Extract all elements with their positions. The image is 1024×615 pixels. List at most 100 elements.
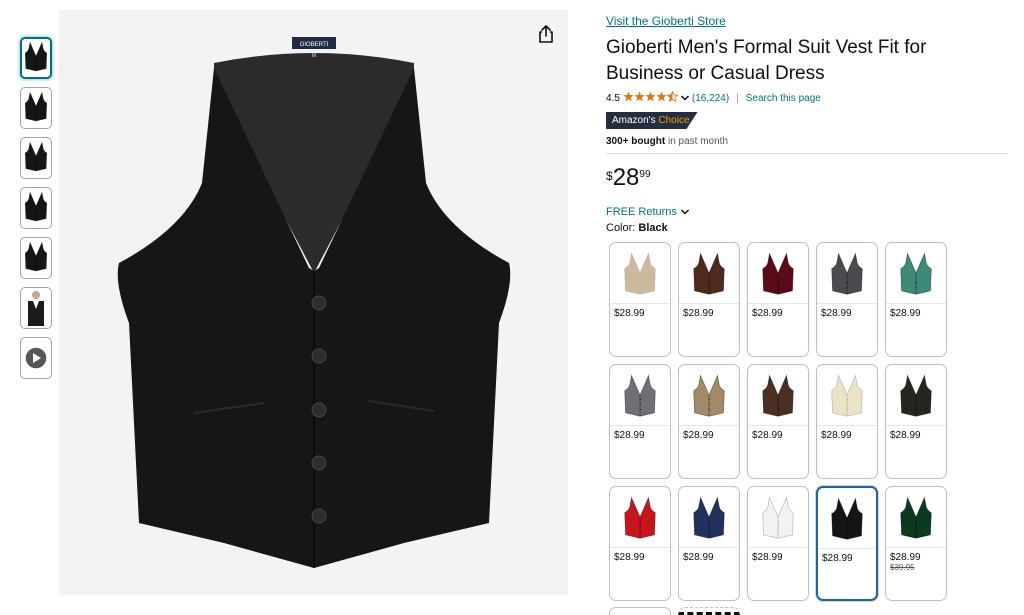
svg-text:GIOBERTI: GIOBERTI <box>299 42 328 48</box>
search-page-link[interactable]: Search this page <box>746 93 821 104</box>
swatch-vest-image <box>610 243 670 304</box>
swatch-price: $28.99 <box>752 430 783 441</box>
swatch-vest-image <box>886 365 946 426</box>
swatch-price: $28.99 <box>821 308 852 319</box>
divider <box>606 153 1008 154</box>
swatch-vest-image <box>818 488 876 549</box>
main-product-image[interactable]: GIOBERTI M <box>59 10 568 595</box>
badge-text: Amazon's <box>612 115 656 126</box>
swatch-vest-image <box>610 487 670 548</box>
swatch-price: $28.99 <box>683 552 714 563</box>
svg-text:M: M <box>311 53 315 59</box>
thumbnail-image <box>24 90 48 127</box>
swatch-price: $28.99 <box>752 552 783 563</box>
color-swatch[interactable]: $28.99 <box>747 364 809 479</box>
thumb-vest-with-shirt-tie[interactable] <box>20 87 52 129</box>
color-swatch[interactable]: $28.99 <box>609 364 671 479</box>
color-selection-label: Color: Black <box>606 222 1008 234</box>
rating-value: 4.5 <box>606 92 620 104</box>
thumb-black-vest-front[interactable] <box>20 37 52 79</box>
swatch-vest-image <box>748 487 808 548</box>
swatch-vest-image <box>748 365 808 426</box>
color-swatch[interactable]: $28.99 $39.95 <box>885 486 947 601</box>
rating-row: 4.5 (16,224) | Search this page <box>606 90 1008 105</box>
swatch-price: $28.99 <box>890 552 921 563</box>
color-swatch[interactable]: $28.99 <box>609 242 671 357</box>
color-swatch[interactable]: $28.99 <box>747 486 809 601</box>
swatch-price: $28.99 <box>683 308 714 319</box>
swatch-price: $28.99 <box>752 308 783 319</box>
color-swatch[interactable]: $28.99 <box>885 364 947 479</box>
thumb-vest-lining[interactable] <box>20 237 52 279</box>
color-swatch[interactable]: $28.99 <box>678 242 740 357</box>
vest-button <box>311 508 326 523</box>
thumb-vest-detail[interactable] <box>20 187 52 229</box>
star-icon <box>666 90 679 105</box>
swatch-vest-image <box>817 365 877 426</box>
vest-button <box>311 348 326 363</box>
swatch-vest-image <box>679 243 739 304</box>
price: $ 28 99 <box>606 166 1008 192</box>
bought-period: in past month <box>665 136 728 147</box>
free-returns-link[interactable]: FREE Returns <box>606 206 1008 218</box>
free-returns-label: FREE Returns <box>606 206 677 218</box>
color-swatch[interactable]: $28.99 <box>747 242 809 357</box>
play-icon <box>24 346 48 370</box>
thumbnail-image <box>24 40 48 77</box>
star-rating[interactable] <box>623 90 679 105</box>
swatch-vest-image <box>748 243 808 304</box>
swatch-vest-image <box>886 243 946 304</box>
thumbnail-image <box>24 190 48 227</box>
store-link[interactable]: Visit the Gioberti Store <box>606 14 726 28</box>
swatch-price: $28.99 <box>683 430 714 441</box>
swatch-partial[interactable] <box>678 607 740 615</box>
chevron-down-icon[interactable] <box>680 93 690 103</box>
selected-color-name: Black <box>638 222 668 234</box>
thumbnail-image <box>24 140 48 177</box>
swatch-vest-image <box>610 365 670 426</box>
price-fraction: 99 <box>639 169 651 180</box>
swatch-vest-image <box>886 487 946 548</box>
model-thumbnail-image <box>28 291 44 326</box>
swatch-vest-image <box>817 243 877 304</box>
color-swatch[interactable]: $28.99 <box>816 364 878 479</box>
product-title: Gioberti Men's Formal Suit Vest Fit for … <box>606 37 927 84</box>
swatch-price: $28.99 <box>822 553 853 564</box>
badge-accent-text: Choice <box>658 115 690 126</box>
color-swatch[interactable]: $28.99 <box>609 486 671 601</box>
color-swatch[interactable]: $28.99 <box>678 486 740 601</box>
ratings-count-link[interactable]: (16,224) <box>692 93 729 104</box>
thumbnail-image <box>24 240 48 277</box>
color-swatch[interactable]: $28.99 <box>816 486 878 601</box>
thumb-video[interactable] <box>20 337 52 379</box>
bought-count: 300+ bought <box>606 136 666 147</box>
star-icon <box>645 91 656 105</box>
separator: | <box>736 92 739 104</box>
color-swatch[interactable]: $28.99 <box>678 364 740 479</box>
swatch-vest-image <box>679 365 739 426</box>
swatch-price: $28.99 <box>614 552 645 563</box>
star-icon <box>656 91 667 105</box>
bought-in-past-month: 300+ bought in past month <box>606 136 1008 147</box>
price-symbol: $ <box>606 169 613 183</box>
thumb-black-vest-back[interactable] <box>20 137 52 179</box>
star-icon <box>634 91 645 105</box>
swatch-old-price: $39.95 <box>890 563 915 572</box>
color-swatch[interactable]: $28.99 <box>885 242 947 357</box>
swatch-price: $28.99 <box>890 308 921 319</box>
thumb-model-wearing-vest[interactable] <box>20 287 52 329</box>
star-icon <box>623 91 634 105</box>
vest-button <box>311 402 326 417</box>
amazons-choice-badge: Amazon's Choice <box>606 112 698 129</box>
swatch-price: $28.99 <box>821 430 852 441</box>
black-vest-image: GIOBERTI M <box>117 36 510 568</box>
share-icon[interactable] <box>536 24 556 44</box>
swatch-price: $28.99 <box>890 430 921 441</box>
swatch-partial[interactable] <box>609 607 671 615</box>
vest-button <box>311 455 326 470</box>
swatch-price: $28.99 <box>614 430 645 441</box>
swatch-vest-image <box>679 487 739 548</box>
color-swatch[interactable]: $28.99 <box>816 242 878 357</box>
vest-button <box>311 295 326 310</box>
chevron-down-icon <box>680 209 689 215</box>
